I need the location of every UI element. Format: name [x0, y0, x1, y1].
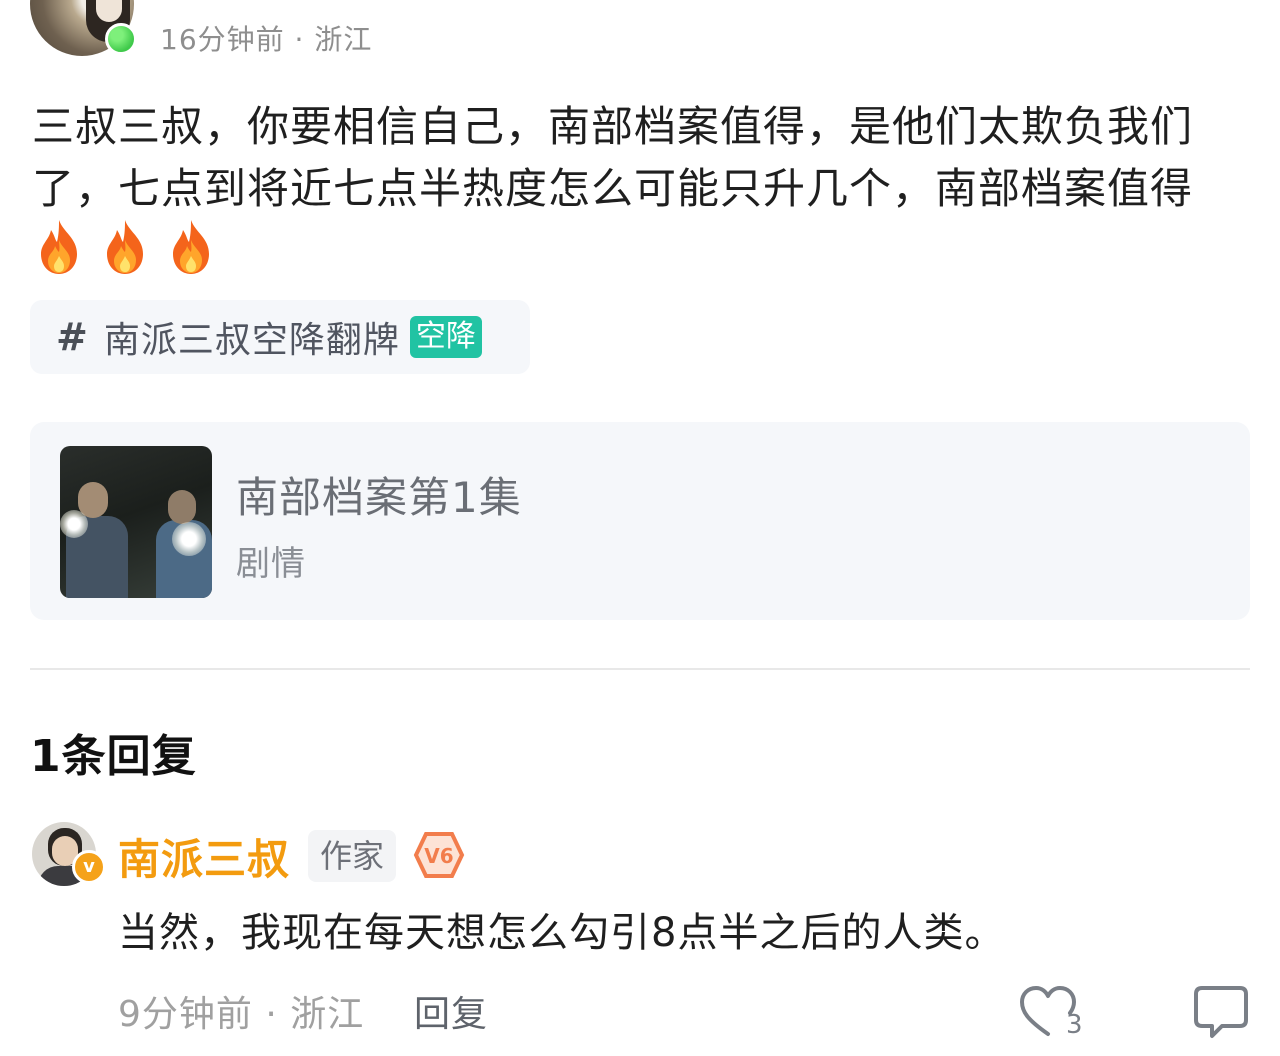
level-badge-icon: V6: [413, 832, 465, 878]
episode-link-card[interactable]: 南部档案第1集 剧情: [30, 422, 1250, 620]
fire-emoji-icon: [107, 220, 143, 274]
reply-content: 当然，我现在每天想怎么勾引8点半之后的人类。: [118, 910, 1006, 956]
section-divider: [30, 668, 1250, 670]
svg-text:V6: V6: [424, 844, 453, 868]
post-time-location: 16分钟前 · 浙江: [160, 23, 373, 56]
episode-genre: 剧情: [236, 544, 306, 584]
verified-badge-icon: v: [72, 850, 106, 884]
topic-badge: 空降: [409, 316, 482, 358]
online-status-dot: [105, 23, 137, 55]
reply-time-location: 9分钟前 · 浙江: [118, 994, 365, 1035]
reply-author-name[interactable]: 南派三叔: [118, 826, 290, 887]
fire-emoji-icon: [41, 220, 77, 274]
replies-count-heading: 1条回复: [30, 731, 197, 782]
episode-title: 南部档案第1集: [236, 473, 522, 522]
like-count: 3: [1066, 1010, 1083, 1040]
topic-label: 南派三叔空降翻牌: [103, 320, 400, 361]
episode-thumbnail: [60, 446, 212, 598]
topic-chip[interactable]: # 南派三叔空降翻牌 空降: [30, 300, 530, 374]
reply-button[interactable]: 回复: [414, 985, 488, 1037]
post-emoji-row: [32, 218, 218, 276]
author-role-tag: 作家: [308, 830, 397, 882]
fire-emoji-icon: [173, 220, 209, 274]
post-content: 三叔三叔，你要相信自己，南部档案值得，是他们太欺负我们了，七点到将近七点半热度怎…: [32, 102, 1194, 213]
topic-hash-icon: #: [56, 315, 88, 359]
comment-bubble-icon[interactable]: [1192, 984, 1250, 1040]
